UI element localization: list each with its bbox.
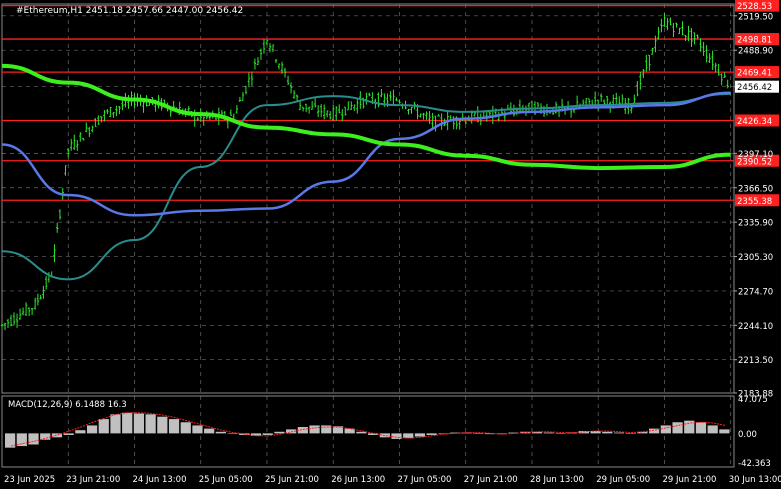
x-tick-label: 25 Jun 21:00 — [265, 475, 319, 485]
macd-histogram-bar — [145, 414, 156, 434]
grid — [1, 3, 735, 468]
y-tick-label: 2183.88 — [738, 390, 773, 400]
macd-histogram-bar — [356, 431, 367, 434]
macd-histogram-bar — [391, 433, 402, 439]
macd-histogram-bar — [262, 433, 273, 435]
macd-histogram-bar — [157, 416, 168, 434]
level-label: 2355.38 — [737, 197, 772, 207]
macd-histogram-bar — [543, 432, 554, 434]
macd-histogram-bar — [719, 429, 730, 434]
macd-histogram-bar — [192, 425, 203, 434]
macd-histogram-bar — [180, 422, 191, 434]
x-tick-label: 27 Jun 21:00 — [464, 475, 518, 485]
macd-label: MACD(12,26,9) 6.1488 16.3 — [8, 400, 127, 410]
x-tick-label: 24 Jun 13:00 — [132, 475, 186, 485]
macd-histogram-bar — [602, 431, 613, 434]
macd-histogram-bar — [695, 422, 707, 434]
macd-histogram-bar — [204, 428, 215, 434]
x-tick-label: 27 Jun 05:00 — [397, 475, 451, 485]
x-tick-label: 26 Jun 13:00 — [331, 475, 385, 485]
chart-window: 2528.53 2498.81 2469.41 2426.34 2390.52 2355.… — [0, 0, 781, 489]
macd-histogram-bar — [672, 422, 683, 434]
macd-histogram-bar — [297, 427, 308, 434]
x-tick-label: 29 Jun 05:00 — [596, 475, 650, 485]
price-panel-border — [1, 3, 735, 394]
y-tick-label: 2274.70 — [738, 287, 773, 297]
macd-histogram-bar — [555, 433, 566, 434]
macd-histogram-bar — [707, 425, 718, 434]
last-price-label: 2456.42 — [737, 83, 772, 93]
macd-histogram-bar — [86, 425, 98, 434]
macd-histogram-bar — [473, 433, 484, 434]
macd-histogram-bar — [28, 433, 39, 445]
macd-axis-label: 0.00 — [738, 430, 757, 440]
macd-histogram-bar — [122, 412, 133, 434]
y-tick-label: 2397.10 — [738, 150, 773, 160]
y-tick-label: 2519.50 — [738, 12, 773, 22]
ma-slow-line — [1, 63, 731, 171]
series-group — [0, 13, 731, 331]
macd-histogram-bar — [110, 414, 121, 434]
level-label: 2498.81 — [737, 36, 772, 46]
macd-axis-label: -42.363 — [738, 459, 771, 469]
macd-histogram-bar — [98, 419, 109, 434]
macd-histogram-bar — [133, 413, 145, 434]
macd-histogram-bar — [684, 420, 695, 434]
macd-histogram-bar — [660, 425, 671, 434]
x-tick-label: 28 Jun 13:00 — [530, 475, 584, 485]
chart-title: #Ethereum,H1 2451.18 2457.66 2447.00 245… — [16, 6, 243, 16]
macd-histogram-bar — [168, 419, 180, 434]
macd-histogram-bar — [426, 433, 437, 435]
x-tick-label: 23 Jun 21:00 — [66, 475, 120, 485]
y-tick-label: 2335.90 — [738, 219, 773, 229]
level-label: 2528.53 — [737, 2, 772, 12]
macd-histogram-bar — [368, 433, 379, 435]
macd-histogram-bar — [63, 433, 74, 435]
macd-histogram-bar — [414, 433, 426, 437]
macd-panel: MACD(12,26,9) 6.1488 16.3 47.0750.00-42.3… — [5, 395, 771, 469]
macd-histogram-bar — [613, 432, 625, 434]
level-label: 2426.34 — [737, 117, 772, 127]
x-tick-label: 30 Jun 13:00 — [729, 475, 781, 485]
ma-mid-line — [1, 91, 731, 217]
macd-histogram-bar — [309, 425, 320, 434]
y-tick-label: 2366.50 — [738, 184, 773, 194]
y-tick-label: 2244.10 — [738, 322, 773, 332]
macd-histogram-bar — [625, 433, 636, 434]
macd-histogram-bar — [215, 431, 226, 434]
macd-histogram-bar — [5, 433, 16, 448]
x-tick-label: 29 Jun 21:00 — [662, 475, 716, 485]
macd-histogram-bar — [344, 428, 355, 434]
macd-histogram-bar — [40, 433, 51, 440]
ma-fast-line — [1, 92, 731, 281]
x-tick-label: 23 Jun 2025 — [4, 475, 55, 485]
level-label: 2469.41 — [737, 69, 772, 79]
y-tick-label: 2305.30 — [738, 253, 773, 263]
chart-canvas: 2528.532498.812469.412426.342390.522355.… — [0, 0, 781, 485]
macd-histogram-bar — [75, 430, 86, 434]
y-tick-label: 2488.90 — [738, 47, 773, 57]
x-tick-label: 25 Jun 05:00 — [199, 475, 253, 485]
y-tick-label: 2213.50 — [738, 356, 773, 366]
